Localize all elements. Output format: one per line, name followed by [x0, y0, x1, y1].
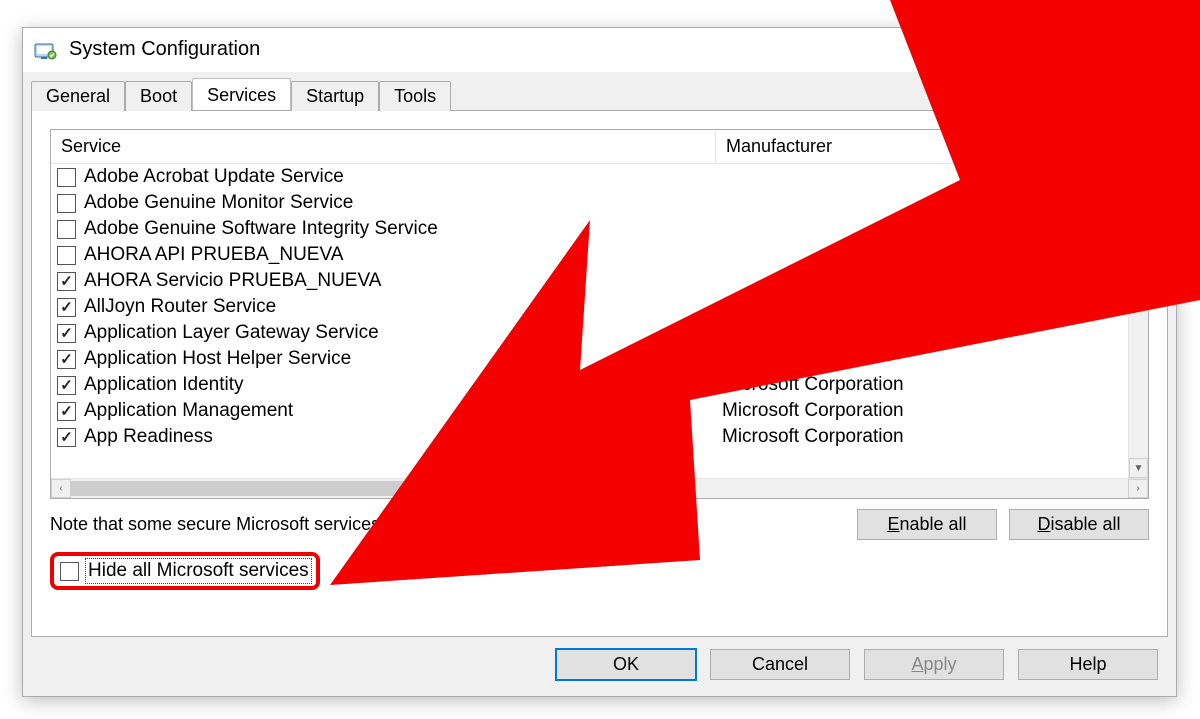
hscroll-track[interactable]	[71, 479, 1128, 498]
service-row[interactable]: AHORA API PRUEBA_NUEVA	[51, 242, 1128, 268]
hide-microsoft-services-checkbox[interactable]	[60, 562, 79, 581]
close-icon	[1144, 37, 1161, 62]
service-name: AHORA Servicio PRUEBA_NUEVA	[84, 270, 381, 292]
mnemonic: E	[887, 514, 899, 534]
hide-microsoft-services-highlight: Hide all Microsoft services	[50, 552, 320, 590]
tab-general[interactable]: General	[31, 81, 125, 111]
scroll-left-arrow[interactable]: ‹	[51, 479, 71, 498]
system-configuration-dialog: System Configuration General Boot Servic…	[22, 27, 1177, 697]
tab-boot[interactable]: Boot	[125, 81, 192, 111]
services-list-body[interactable]: Adobe Acrobat Update Service Adobe Genuin…	[51, 164, 1128, 478]
service-manufacturer: soft Corporation	[722, 348, 1122, 370]
service-name: Application Host Helper Service	[84, 348, 351, 370]
scroll-right-arrow[interactable]: ›	[1128, 479, 1148, 498]
hscroll-thumb[interactable]	[71, 481, 651, 496]
service-name: Application Identity	[84, 374, 244, 396]
service-manufacturer: Corporation	[722, 322, 1122, 344]
service-row[interactable]: AllJoyn Router Service ation	[51, 294, 1128, 320]
vscroll-track[interactable]	[1129, 184, 1148, 458]
service-checkbox[interactable]	[57, 324, 76, 343]
tab-label: Services	[207, 85, 276, 105]
ok-button[interactable]: OK	[556, 649, 696, 680]
service-name: Adobe Genuine Software Integrity Service	[84, 218, 438, 240]
service-name: Application Management	[84, 400, 293, 422]
service-row[interactable]: AHORA Servicio PRUEBA_NUEVA	[51, 268, 1128, 294]
disable-all-button[interactable]: Disable all	[1009, 509, 1149, 540]
service-row[interactable]: Application Layer Gateway Service Corpora…	[51, 320, 1128, 346]
tab-startup[interactable]: Startup	[291, 81, 379, 111]
service-checkbox[interactable]	[57, 428, 76, 447]
msconfig-icon	[33, 38, 57, 62]
service-checkbox[interactable]	[57, 168, 76, 187]
apply-button[interactable]: Apply	[864, 649, 1004, 680]
service-name: Application Layer Gateway Service	[84, 322, 379, 344]
service-checkbox[interactable]	[57, 402, 76, 421]
service-row[interactable]: Adobe Genuine Software Integrity Service	[51, 216, 1128, 242]
service-manufacturer: Microsoft Corporation	[722, 400, 1122, 422]
service-row[interactable]: Application Host Helper Service soft Corp…	[51, 346, 1128, 372]
scroll-down-arrow[interactable]: ▼	[1129, 458, 1148, 478]
column-label: Manufacturer	[726, 136, 832, 156]
vertical-scrollbar[interactable]: ▲ ▼	[1128, 164, 1148, 478]
titlebar[interactable]: System Configuration	[23, 28, 1176, 72]
service-name: AllJoyn Router Service	[84, 296, 276, 318]
service-row[interactable]: Adobe Acrobat Update Service	[51, 164, 1128, 190]
service-checkbox[interactable]	[57, 350, 76, 369]
horizontal-scrollbar[interactable]: ‹ ›	[51, 478, 1148, 498]
service-checkbox[interactable]	[57, 376, 76, 395]
mnemonic: D	[1037, 514, 1050, 534]
tab-label: General	[46, 86, 110, 106]
service-name: Adobe Genuine Monitor Service	[84, 192, 353, 214]
service-checkbox[interactable]	[57, 246, 76, 265]
tab-strip: General Boot Services Startup Tools	[23, 72, 1176, 110]
secure-services-note: Note that some secure Microsoft services…	[50, 514, 551, 535]
column-service[interactable]: Service	[51, 130, 716, 163]
service-row[interactable]: Adobe Genuine Monitor Service	[51, 190, 1128, 216]
service-name: Adobe Acrobat Update Service	[84, 166, 344, 188]
scroll-up-arrow[interactable]: ▲	[1129, 164, 1148, 184]
service-manufacturer: Microsoft Corporation	[722, 374, 1122, 396]
tab-label: Startup	[306, 86, 364, 106]
window-title: System Configuration	[69, 38, 260, 61]
help-button[interactable]: Help	[1018, 649, 1158, 680]
close-button[interactable]	[1128, 28, 1176, 72]
service-name: AHORA API PRUEBA_NUEVA	[84, 244, 343, 266]
dialog-button-row: OK Cancel Apply Help	[23, 637, 1176, 696]
tab-tools[interactable]: Tools	[379, 81, 451, 111]
tab-label: Boot	[140, 86, 177, 106]
services-list: Service Manufacturer Adobe Acrobat Updat…	[50, 129, 1149, 499]
mnemonic: A	[911, 654, 923, 674]
enable-all-button[interactable]: Enable all	[857, 509, 997, 540]
tab-body-services: Service Manufacturer Adobe Acrobat Updat…	[31, 110, 1168, 637]
service-name: App Readiness	[84, 426, 213, 448]
cancel-button[interactable]: Cancel	[710, 649, 850, 680]
service-checkbox[interactable]	[57, 298, 76, 317]
tab-services[interactable]: Services	[192, 78, 291, 110]
column-label: Service	[61, 136, 121, 156]
service-row[interactable]: App Readiness Microsoft Corporation	[51, 424, 1128, 450]
hide-microsoft-services-label[interactable]: Hide all Microsoft services	[87, 560, 310, 582]
service-row[interactable]: Application Management Microsoft Corporat…	[51, 398, 1128, 424]
service-manufacturer: Microsoft Corporation	[722, 426, 1122, 448]
vscroll-thumb[interactable]	[1131, 184, 1146, 206]
column-manufacturer[interactable]: Manufacturer	[716, 130, 1148, 163]
service-manufacturer: ation	[722, 296, 1122, 318]
service-checkbox[interactable]	[57, 194, 76, 213]
services-list-header: Service Manufacturer	[51, 130, 1148, 164]
tab-label: Tools	[394, 86, 436, 106]
service-row[interactable]: Application Identity Microsoft Corporatio…	[51, 372, 1128, 398]
service-checkbox[interactable]	[57, 272, 76, 291]
service-checkbox[interactable]	[57, 220, 76, 239]
